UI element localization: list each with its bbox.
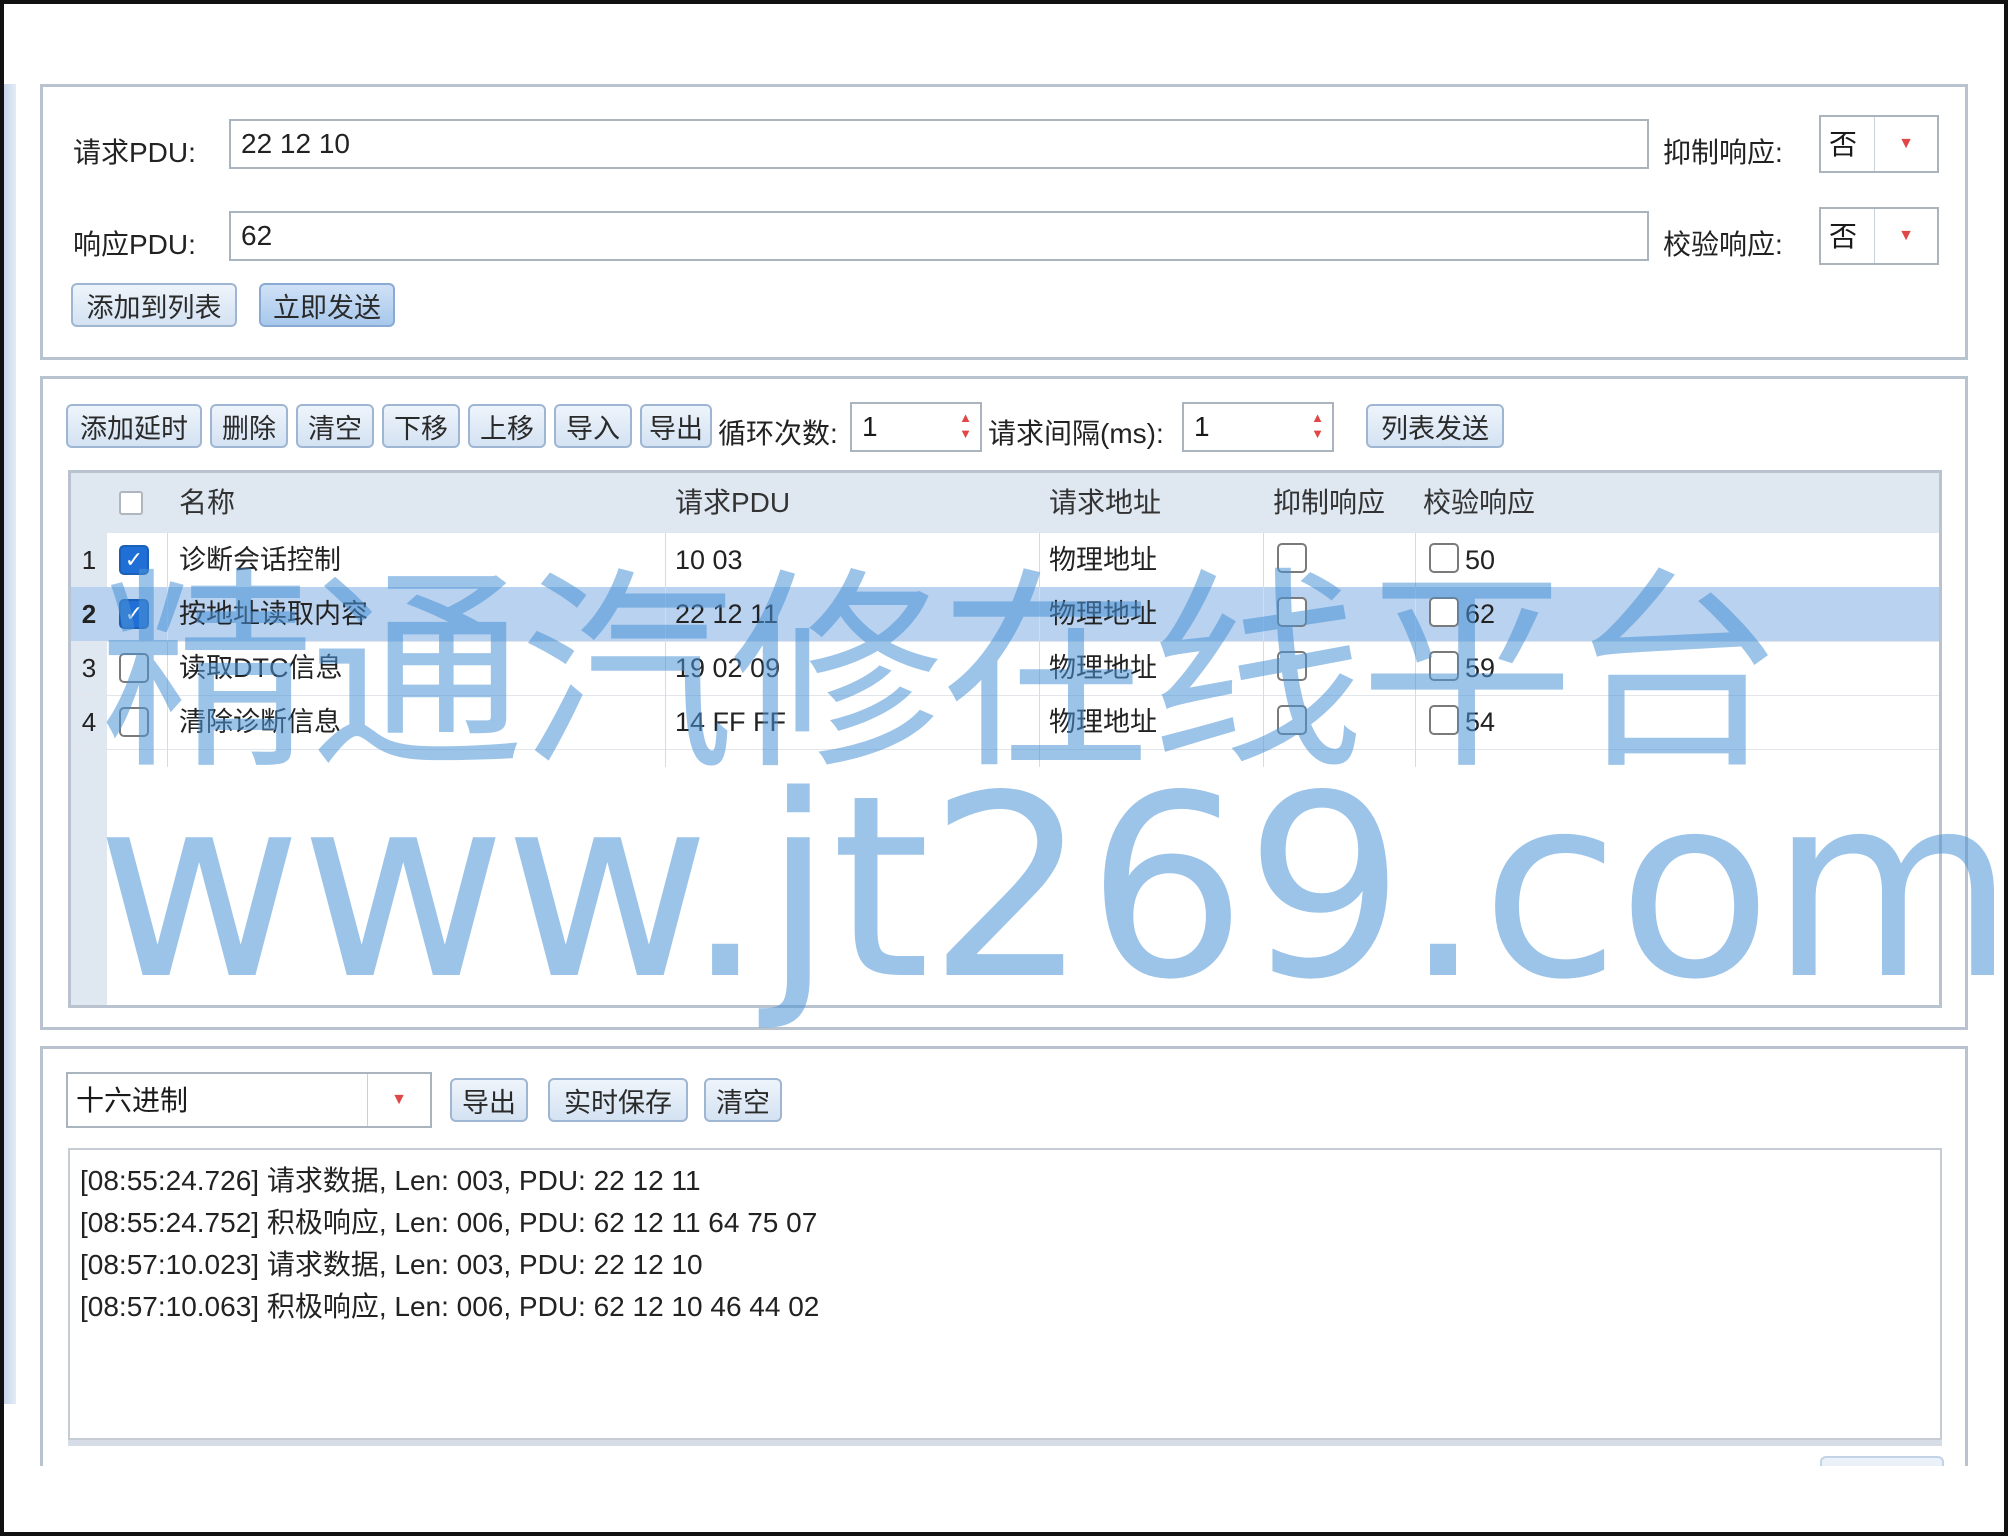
table-row[interactable]: 3 读取DTC信息 19 02 09 物理地址 59	[71, 641, 1939, 696]
column-divider	[1039, 533, 1040, 767]
row-suppress-checkbox[interactable]	[1277, 543, 1307, 573]
row-verify-checkbox[interactable]	[1429, 705, 1459, 735]
loop-count-label: 循环次数:	[718, 418, 838, 449]
column-request-address[interactable]: 请求地址	[1049, 473, 1161, 533]
spinner-arrows-icon[interactable]: ▲ ▼	[959, 410, 972, 442]
verify-response-label: 校验响应:	[1663, 229, 1783, 260]
column-divider	[1415, 533, 1416, 767]
row-number: 2	[81, 599, 97, 629]
import-button[interactable]: 导入	[554, 404, 632, 448]
column-verify-response[interactable]: 校验响应	[1423, 473, 1535, 533]
log-line: [08:55:24.752] 积极响应, Len: 006, PDU: 62 1…	[80, 1207, 818, 1238]
request-interval-value: 1	[1194, 411, 1210, 442]
column-suppress-response[interactable]: 抑制响应	[1273, 473, 1385, 533]
grid-header: 名称 请求PDU 请求地址 抑制响应 校验响应	[71, 473, 1939, 533]
table-row[interactable]: 1 ✓ 诊断会话控制 10 03 物理地址 50	[71, 533, 1939, 588]
list-send-button[interactable]: 列表发送	[1366, 404, 1504, 448]
request-panel: 请求PDU: 22 12 10 抑制响应: 否 ▼ 响应PDU: 62 校验响应…	[40, 84, 1968, 360]
row-checkbox[interactable]	[119, 707, 149, 737]
chevron-down-icon[interactable]: ▼	[1874, 117, 1937, 171]
row-checkbox[interactable]	[119, 653, 149, 683]
column-divider	[1263, 533, 1264, 767]
command-grid: 名称 请求PDU 请求地址 抑制响应 校验响应 1 ✓ 诊断会话控制 10 03…	[68, 470, 1942, 1008]
export-log-button[interactable]: 导出	[450, 1078, 528, 1122]
suppress-response-label: 抑制响应:	[1663, 137, 1783, 168]
bottom-band	[4, 1466, 2004, 1532]
clear-log-button[interactable]: 清空	[704, 1078, 782, 1122]
send-now-button[interactable]: 立即发送	[259, 283, 395, 327]
move-down-button[interactable]: 下移	[382, 404, 460, 448]
request-pdu-label: 请求PDU:	[73, 137, 196, 168]
log-line: [08:57:10.063] 积极响应, Len: 006, PDU: 62 1…	[80, 1291, 820, 1322]
spinner-arrows-icon[interactable]: ▲ ▼	[1311, 410, 1324, 442]
table-row-selected[interactable]: 2 ✓ 按地址读取内容 22 12 11 物理地址 62	[71, 587, 1939, 642]
left-edge-strip	[4, 84, 16, 1404]
row-verify-checkbox[interactable]	[1429, 543, 1459, 573]
row-number: 3	[81, 653, 97, 683]
log-output[interactable]: [08:55:24.726] 请求数据, Len: 003, PDU: 22 1…	[68, 1148, 1942, 1440]
response-pdu-label: 响应PDU:	[73, 229, 196, 260]
row-number: 4	[81, 707, 97, 737]
row-suppress-checkbox[interactable]	[1277, 651, 1307, 681]
row-request-address: 物理地址	[1049, 599, 1157, 629]
row-request-address: 物理地址	[1049, 653, 1157, 683]
log-scrollbar-hint	[68, 1440, 1942, 1446]
row-suppress-checkbox[interactable]	[1277, 705, 1307, 735]
row-request-pdu: 22 12 11	[675, 599, 779, 629]
row-verify-value[interactable]: 59	[1465, 641, 1495, 695]
row-name: 按地址读取内容	[179, 599, 368, 629]
request-interval-spinner[interactable]: 1 ▲ ▼	[1182, 402, 1334, 452]
display-format-select[interactable]: 十六进制 ▼	[66, 1072, 432, 1128]
row-request-pdu: 19 02 09	[675, 653, 781, 683]
chevron-down-icon[interactable]: ▼	[367, 1074, 430, 1126]
row-request-address: 物理地址	[1049, 545, 1157, 575]
log-line: [08:57:10.023] 请求数据, Len: 003, PDU: 22 1…	[80, 1249, 703, 1280]
row-suppress-checkbox[interactable]	[1277, 597, 1307, 627]
add-to-list-button[interactable]: 添加到列表	[71, 283, 237, 327]
loop-count-value: 1	[862, 411, 878, 442]
display-format-value: 十六进制	[76, 1085, 189, 1116]
loop-count-spinner[interactable]: 1 ▲ ▼	[850, 402, 982, 452]
response-pdu-input[interactable]: 62	[229, 211, 1649, 261]
clear-list-button[interactable]: 清空	[296, 404, 374, 448]
row-checkbox[interactable]: ✓	[119, 545, 149, 575]
column-divider	[167, 533, 168, 767]
log-line: [08:55:24.726] 请求数据, Len: 003, PDU: 22 1…	[80, 1165, 701, 1196]
row-verify-checkbox[interactable]	[1429, 597, 1459, 627]
row-request-address: 物理地址	[1049, 707, 1157, 737]
table-row[interactable]: 4 清除诊断信息 14 FF FF 物理地址 54	[71, 695, 1939, 750]
suppress-response-select[interactable]: 否 ▼	[1819, 115, 1939, 173]
chevron-down-icon[interactable]: ▼	[1874, 209, 1937, 263]
row-verify-value[interactable]: 54	[1465, 695, 1495, 749]
column-name[interactable]: 名称	[179, 473, 235, 533]
delete-button[interactable]: 删除	[210, 404, 288, 448]
request-interval-label: 请求间隔(ms):	[988, 418, 1164, 449]
row-name: 诊断会话控制	[179, 545, 341, 575]
row-verify-checkbox[interactable]	[1429, 651, 1459, 681]
row-verify-value[interactable]: 62	[1465, 587, 1495, 641]
select-all-checkbox[interactable]	[119, 491, 143, 515]
row-verify-value[interactable]: 50	[1465, 533, 1495, 587]
realtime-save-button[interactable]: 实时保存	[548, 1078, 688, 1122]
add-delay-button[interactable]: 添加延时	[66, 404, 202, 448]
column-request-pdu[interactable]: 请求PDU	[675, 473, 790, 533]
export-list-button[interactable]: 导出	[640, 404, 712, 448]
column-divider	[665, 533, 666, 767]
row-request-pdu: 14 FF FF	[675, 707, 787, 737]
verify-response-select[interactable]: 否 ▼	[1819, 207, 1939, 265]
row-request-pdu: 10 03	[675, 545, 743, 575]
suppress-response-value: 否	[1829, 129, 1858, 160]
verify-response-value: 否	[1829, 221, 1858, 252]
row-number: 1	[81, 545, 97, 575]
row-name: 清除诊断信息	[179, 707, 341, 737]
move-up-button[interactable]: 上移	[468, 404, 546, 448]
row-checkbox[interactable]: ✓	[119, 599, 149, 629]
request-pdu-input[interactable]: 22 12 10	[229, 119, 1649, 169]
row-name: 读取DTC信息	[179, 653, 343, 683]
